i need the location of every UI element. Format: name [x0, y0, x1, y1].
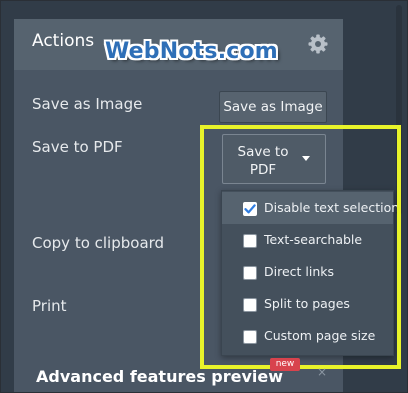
- gear-icon[interactable]: [307, 33, 329, 55]
- option-direct-links[interactable]: Direct links: [222, 256, 393, 288]
- new-badge: new: [270, 358, 300, 371]
- watermark-logo: WebNots.com: [105, 39, 278, 64]
- advanced-features-title: Advanced features preview: [36, 367, 284, 386]
- save-pdf-button-line2: PDF: [249, 162, 277, 178]
- print-label: Print: [32, 297, 67, 315]
- save-pdf-label: Save to PDF: [32, 138, 123, 156]
- checkbox-icon[interactable]: [243, 234, 257, 248]
- app-frame: Actions WebNots.com Save as Image Save a…: [0, 0, 408, 393]
- save-image-label: Save as Image: [32, 95, 143, 113]
- checkbox-checked-icon[interactable]: [243, 202, 257, 216]
- checkbox-icon[interactable]: [243, 298, 257, 312]
- chevron-down-icon: [302, 156, 310, 161]
- panel-title: Actions: [32, 31, 95, 51]
- pdf-options-dropdown: Disable text selection Text-searchable D…: [221, 190, 399, 356]
- option-label: Direct links: [264, 264, 335, 279]
- save-pdf-button-label: Save to PDF: [235, 143, 291, 179]
- checkbox-icon[interactable]: [243, 330, 257, 344]
- save-pdf-button-line1: Save to: [237, 144, 289, 160]
- option-label: Split to pages: [264, 296, 350, 311]
- copy-to-clipboard-label: Copy to clipboard: [32, 234, 165, 252]
- save-as-image-button[interactable]: Save as Image: [219, 91, 327, 123]
- option-split-to-pages[interactable]: Split to pages: [222, 288, 393, 320]
- scrollbar[interactable]: [396, 5, 402, 215]
- option-label: Text-searchable: [264, 232, 363, 247]
- option-text-searchable[interactable]: Text-searchable: [222, 224, 393, 256]
- option-label: Disable text selection: [264, 200, 400, 215]
- save-to-pdf-button[interactable]: Save to PDF: [222, 134, 326, 184]
- option-disable-text-selection[interactable]: Disable text selection: [222, 192, 399, 224]
- option-custom-page-size[interactable]: Custom page size: [222, 320, 393, 352]
- close-icon[interactable]: ×: [317, 365, 327, 379]
- checkbox-icon[interactable]: [243, 266, 257, 280]
- option-label: Custom page size: [264, 328, 376, 343]
